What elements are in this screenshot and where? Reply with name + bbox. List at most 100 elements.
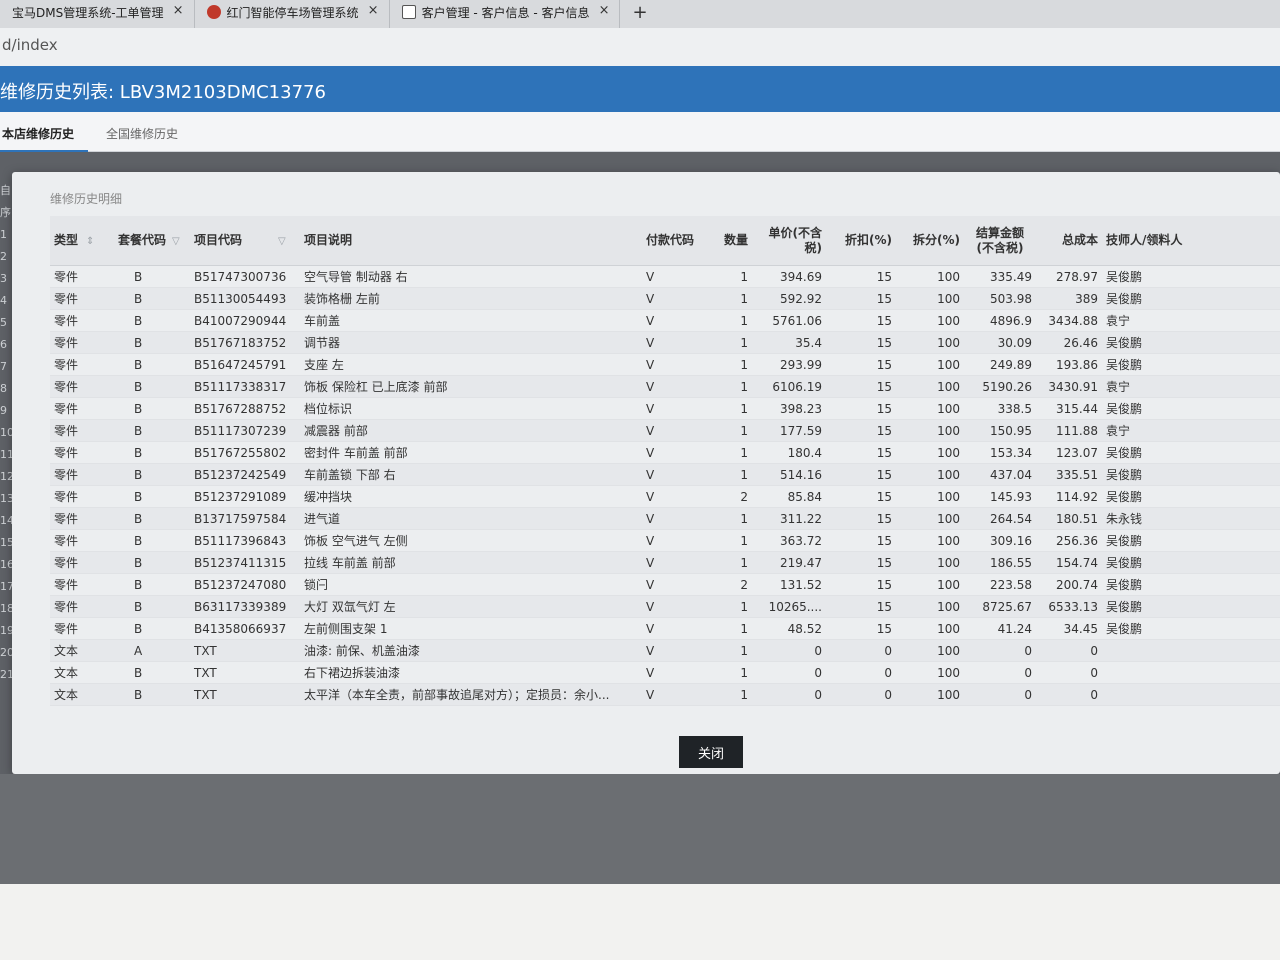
cell-discount: 15 — [876, 335, 892, 350]
table-row[interactable]: 零件 B B51237411315 拉线 车前盖 前部 V 1 219.47 15 100 186… — [50, 552, 1280, 574]
table-row[interactable]: 零件 B B51647245791 支座 左 V 1 293.99 15 100 249.89 19… — [50, 354, 1280, 376]
tab-store-history[interactable]: 本店维修历史 — [0, 112, 89, 152]
cell-unit-price: 177.59 — [780, 423, 822, 438]
cell-item-code: B51237411315 — [194, 555, 287, 570]
cell-pay-code: V — [646, 665, 655, 680]
cell-unit-price: 6106.19 — [772, 379, 822, 394]
table-row[interactable]: 零件 B B41007290944 车前盖 V 1 5761.06 15 100 4896.9 34… — [50, 310, 1280, 332]
browser-tab-dms[interactable]: 宝马DMS管理系统-工单管理 × — [0, 0, 195, 28]
new-tab-button[interactable]: + — [620, 0, 659, 28]
table-row[interactable]: 零件 B B41358066937 左前侧围支架 1 V 1 48.52 15 100 41.24… — [50, 618, 1280, 640]
table-row[interactable]: 零件 B B63117339389 大灯 双氙气灯 左 V 1 10265.... 15 100… — [50, 596, 1280, 618]
cell-item-desc: 饰板 保险杠 已上底漆 前部 — [304, 380, 448, 394]
table-row[interactable]: 零件 B B51237242549 车前盖锁 下部 右 V 1 514.16 15 100 437… — [50, 464, 1280, 486]
cell-qty: 1 — [740, 555, 748, 570]
cell-technician: 袁宁 — [1106, 424, 1131, 438]
cell-package-code: B — [134, 269, 143, 284]
col-pay-code[interactable]: 付款代码 — [642, 233, 712, 248]
table-row[interactable]: 零件 B B51767183752 调节器 V 1 35.4 15 100 30.09 26.46 吴… — [50, 332, 1280, 354]
col-technician[interactable]: 技师人/领料人 — [1102, 233, 1192, 248]
cell-item-desc: 饰板 空气进气 左侧 — [304, 534, 408, 548]
cell-package-code: B — [134, 555, 143, 570]
browser-tab-parking[interactable]: 红门智能停车场管理系统 × — [195, 0, 390, 28]
background-area — [0, 774, 1280, 884]
col-split[interactable]: 拆分(%) — [896, 233, 964, 248]
cell-qty: 1 — [740, 687, 748, 702]
table-row[interactable]: 文本 A TXT 油漆: 前保、机盖油漆 V 1 0 0 100 0 0 — [50, 640, 1280, 662]
cell-type: 文本 — [54, 644, 79, 658]
cell-total-cost: 0 — [1090, 687, 1098, 702]
table-row[interactable]: 零件 B B51747300736 空气导管 制动器 右 V 1 394.69 15 100 33… — [50, 266, 1280, 288]
address-bar[interactable]: d/index — [0, 28, 1280, 66]
cell-technician: 吴俊鹏 — [1106, 336, 1143, 350]
cell-qty: 1 — [740, 269, 748, 284]
close-icon[interactable]: × — [368, 3, 379, 18]
col-type[interactable]: 类型 ⇕ — [50, 233, 104, 249]
cell-settle-amount: 249.89 — [990, 357, 1032, 372]
cell-item-desc: 右下裙边拆装油漆 — [304, 666, 401, 680]
cell-qty: 1 — [740, 423, 748, 438]
cell-type: 零件 — [54, 292, 79, 306]
table-row[interactable]: 零件 B B51767255802 密封件 车前盖 前部 V 1 180.4 15 100 153… — [50, 442, 1280, 464]
cell-technician: 吴俊鹏 — [1106, 556, 1143, 570]
col-total-cost[interactable]: 总成本 — [1036, 233, 1102, 248]
filter-icon[interactable]: ▽ — [172, 236, 180, 247]
cell-type: 零件 — [54, 468, 79, 482]
cell-package-code: B — [134, 467, 143, 482]
cell-type: 零件 — [54, 380, 79, 394]
cell-package-code: B — [134, 401, 143, 416]
col-qty[interactable]: 数量 — [712, 233, 752, 248]
cell-discount: 0 — [884, 665, 892, 680]
cell-total-cost: 389 — [1075, 291, 1098, 306]
cell-split: 100 — [937, 621, 960, 636]
cell-discount: 15 — [876, 357, 892, 372]
sort-icon[interactable]: ⇕ — [86, 236, 94, 247]
cell-type: 零件 — [54, 490, 79, 504]
cell-technician: 吴俊鹏 — [1106, 468, 1143, 482]
table-row[interactable]: 文本 B TXT 右下裙边拆装油漆 V 1 0 0 100 0 0 — [50, 662, 1280, 684]
cell-split: 100 — [937, 599, 960, 614]
table-row[interactable]: 零件 B B51117307239 减震器 前部 V 1 177.59 15 100 150.95… — [50, 420, 1280, 442]
cell-item-desc: 拉线 车前盖 前部 — [304, 556, 396, 570]
close-icon[interactable]: × — [173, 3, 184, 18]
cell-settle-amount: 0 — [1024, 665, 1032, 680]
table-row[interactable]: 零件 B B51237247080 锁闩 V 2 131.52 15 100 223.58 200.… — [50, 574, 1280, 596]
address-text: d/index — [2, 36, 58, 54]
col-item-code[interactable]: 项目代码 ▽ — [190, 233, 300, 249]
cell-discount: 15 — [876, 555, 892, 570]
cell-unit-price: 10265.... — [768, 599, 822, 614]
table-row[interactable]: 零件 B B51117338317 饰板 保险杠 已上底漆 前部 V 1 6106.19 15… — [50, 376, 1280, 398]
table-row[interactable]: 零件 B B51767288752 档位标识 V 1 398.23 15 100 338.5 315… — [50, 398, 1280, 420]
cell-item-code: B13717597584 — [194, 511, 287, 526]
table-row[interactable]: 零件 B B51237291089 缓冲挡块 V 2 85.84 15 100 145.93 114… — [50, 486, 1280, 508]
table-row[interactable]: 零件 B B51130054493 装饰格栅 左前 V 1 592.92 15 100 503.9… — [50, 288, 1280, 310]
close-icon[interactable]: × — [599, 3, 610, 18]
col-discount[interactable]: 折扣(%) — [826, 233, 896, 248]
cell-total-cost: 200.74 — [1056, 577, 1098, 592]
cell-item-desc: 大灯 双氙气灯 左 — [304, 600, 396, 614]
cell-technician: 吴俊鹏 — [1106, 292, 1143, 306]
cell-settle-amount: 5190.26 — [982, 379, 1032, 394]
filter-icon[interactable]: ▽ — [278, 236, 286, 247]
table-row[interactable]: 文本 B TXT 太平洋（本车全责，前部事故追尾对方）；定损员：余小... V 1 0 0 10… — [50, 684, 1280, 706]
cell-split: 100 — [937, 291, 960, 306]
close-button[interactable]: 关闭 — [679, 736, 743, 768]
col-settle-amount[interactable]: 结算金额(不含税) — [964, 226, 1036, 256]
col-item-desc[interactable]: 项目说明 — [300, 233, 642, 248]
table-row[interactable]: 零件 B B51117396843 饰板 空气进气 左侧 V 1 363.72 15 100 30… — [50, 530, 1280, 552]
cell-technician: 吴俊鹏 — [1106, 534, 1143, 548]
col-unit-price[interactable]: 单价(不含税) — [752, 226, 826, 256]
tab-national-history[interactable]: 全国维修历史 — [88, 112, 192, 151]
browser-tab-customer[interactable]: 客户管理 - 客户信息 - 客户信息 × — [390, 0, 621, 28]
cell-type: 文本 — [54, 688, 79, 702]
cell-pay-code: V — [646, 577, 655, 592]
cell-split: 100 — [937, 401, 960, 416]
cell-pay-code: V — [646, 313, 655, 328]
cell-item-code: B51767288752 — [194, 401, 287, 416]
gear-icon — [206, 5, 221, 19]
browser-tab-label: 客户管理 - 客户信息 - 客户信息 — [421, 6, 590, 20]
cell-item-code: B51237291089 — [194, 489, 287, 504]
table-row[interactable]: 零件 B B13717597584 进气道 V 1 311.22 15 100 264.54 180… — [50, 508, 1280, 530]
col-package-code[interactable]: 套餐代码 ▽ — [104, 233, 190, 249]
cell-type: 零件 — [54, 336, 79, 350]
